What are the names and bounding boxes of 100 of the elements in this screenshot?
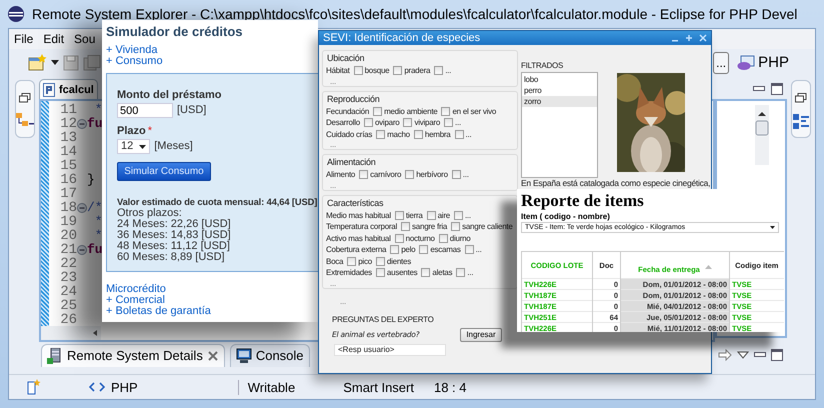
hierarchy-icon[interactable] <box>16 113 34 127</box>
new-file-icon[interactable] <box>27 54 47 72</box>
caret-icon[interactable] <box>51 60 59 65</box>
horizontal-scrollbar[interactable] <box>41 326 101 340</box>
view-menu-icon[interactable] <box>737 351 749 359</box>
option-label: hembra <box>424 130 450 139</box>
maximize-icon[interactable] <box>771 83 783 95</box>
outline-icon[interactable] <box>792 113 810 131</box>
checkbox[interactable] <box>376 130 386 139</box>
menu-item[interactable]: Sou <box>74 32 96 46</box>
minimize-icon[interactable] <box>753 86 765 92</box>
checkbox[interactable] <box>403 118 412 128</box>
checkbox[interactable] <box>464 245 474 254</box>
checkbox[interactable] <box>454 210 463 220</box>
sort-arrow-icon[interactable] <box>704 265 712 269</box>
option-label: ... <box>464 210 471 220</box>
result-text: 48 Meses: 11,12 [USD] <box>117 241 231 252</box>
answer-field[interactable]: <Resp usuario> <box>334 344 446 356</box>
checkbox[interactable] <box>376 256 385 266</box>
list-item[interactable]: perro <box>522 85 597 96</box>
field-label: Plazo <box>117 126 146 137</box>
arrow-icon[interactable] <box>718 349 732 361</box>
document-star-icon[interactable] <box>27 379 41 395</box>
checkbox[interactable] <box>434 66 444 76</box>
close-icon[interactable] <box>206 350 219 362</box>
fold-icon[interactable] <box>77 245 87 255</box>
checkbox[interactable] <box>390 245 400 254</box>
amount-field[interactable]: 500 <box>117 103 173 118</box>
restore-icon[interactable] <box>19 93 31 103</box>
checkbox[interactable] <box>401 222 410 232</box>
save-all-icon[interactable] <box>83 54 101 70</box>
list-item[interactable]: lobo <box>522 74 597 85</box>
status-text: PHP <box>111 380 138 394</box>
term-select[interactable]: 12 <box>117 139 150 154</box>
checkbox[interactable] <box>347 256 356 266</box>
link[interactable]: + Vivienda <box>106 45 158 56</box>
checkbox[interactable] <box>456 268 466 278</box>
option-label: pelo <box>401 245 416 254</box>
maximize-icon[interactable] <box>771 349 783 361</box>
option-label: tierra <box>406 210 423 220</box>
status-text: 18 : 4 <box>434 380 467 394</box>
checkbox[interactable] <box>444 118 454 128</box>
checkbox[interactable] <box>364 118 373 128</box>
checkbox[interactable] <box>405 170 414 180</box>
checkbox[interactable] <box>438 234 448 243</box>
restore-icon[interactable] <box>795 93 807 103</box>
checkbox[interactable] <box>419 245 428 254</box>
checkbox[interactable] <box>373 106 382 116</box>
checkbox[interactable] <box>452 170 461 180</box>
field-label: Activo mas habitual <box>326 234 391 243</box>
link[interactable]: + Consumo <box>106 56 163 67</box>
line-number: 25 <box>59 299 77 313</box>
checkbox[interactable] <box>414 130 423 139</box>
sphere-icon <box>7 5 25 23</box>
checkbox[interactable] <box>426 210 436 220</box>
option-label: sangre fria <box>412 222 448 232</box>
checkbox[interactable] <box>394 210 404 220</box>
option-label: oviparo <box>374 118 400 128</box>
checkbox[interactable] <box>454 130 464 139</box>
link[interactable]: + Comercial <box>106 295 165 306</box>
tab[interactable]: Remote System Details <box>41 344 225 366</box>
simulate-button[interactable]: Simular Consumo <box>117 162 211 181</box>
line-number: 12 <box>59 117 77 131</box>
tab[interactable]: Console <box>230 344 310 366</box>
option-label: carnívoro <box>370 170 402 180</box>
menu-item[interactable]: Edit <box>43 32 64 46</box>
line-number: 21 <box>59 243 77 257</box>
checkbox[interactable] <box>421 268 430 278</box>
list-item[interactable]: zorro <box>522 96 597 107</box>
option-label: ... <box>445 66 452 76</box>
group-title: Características <box>327 196 384 208</box>
caret-icon <box>770 226 775 229</box>
editor-tab[interactable]: fcalcul <box>39 79 98 99</box>
line-number: 24 <box>59 285 77 299</box>
option-label: aletas <box>432 268 452 278</box>
line-number: 17 <box>59 187 77 201</box>
menu-item[interactable]: File <box>14 32 34 46</box>
checkbox[interactable] <box>451 222 460 232</box>
fold-icon[interactable] <box>77 203 87 213</box>
ellipsis-text: ... <box>330 76 336 86</box>
vertical-scrollbar[interactable] <box>755 105 769 165</box>
submit-button[interactable]: Ingresar <box>460 328 502 342</box>
fold-icon[interactable] <box>77 119 87 129</box>
checkbox[interactable] <box>394 234 404 243</box>
link[interactable]: + Boletas de garantía <box>106 306 211 317</box>
field-label: Monto del préstamo <box>117 90 223 101</box>
checkbox[interactable] <box>441 106 450 116</box>
option-label: herbívoro <box>416 170 448 180</box>
checkbox[interactable] <box>359 170 368 180</box>
ellipsis-text: ... <box>330 278 336 288</box>
minimize-icon[interactable] <box>754 352 766 358</box>
checkbox[interactable] <box>393 66 402 76</box>
perspective-button[interactable]: ... <box>713 52 730 74</box>
window-title: Remote System Explorer - C:\xampp\htdocs\fco\sites\default\modules\fcalculator\fcalculator.module - Eclipse for PHP Devel <box>32 6 798 22</box>
checkbox[interactable] <box>376 268 385 278</box>
perspective-button[interactable]: PHP <box>735 54 791 71</box>
option-label: sangre caliente <box>462 222 513 232</box>
line-number: 22 <box>59 257 77 271</box>
link[interactable]: Microcrédito <box>106 284 166 295</box>
checkbox[interactable] <box>354 66 363 76</box>
